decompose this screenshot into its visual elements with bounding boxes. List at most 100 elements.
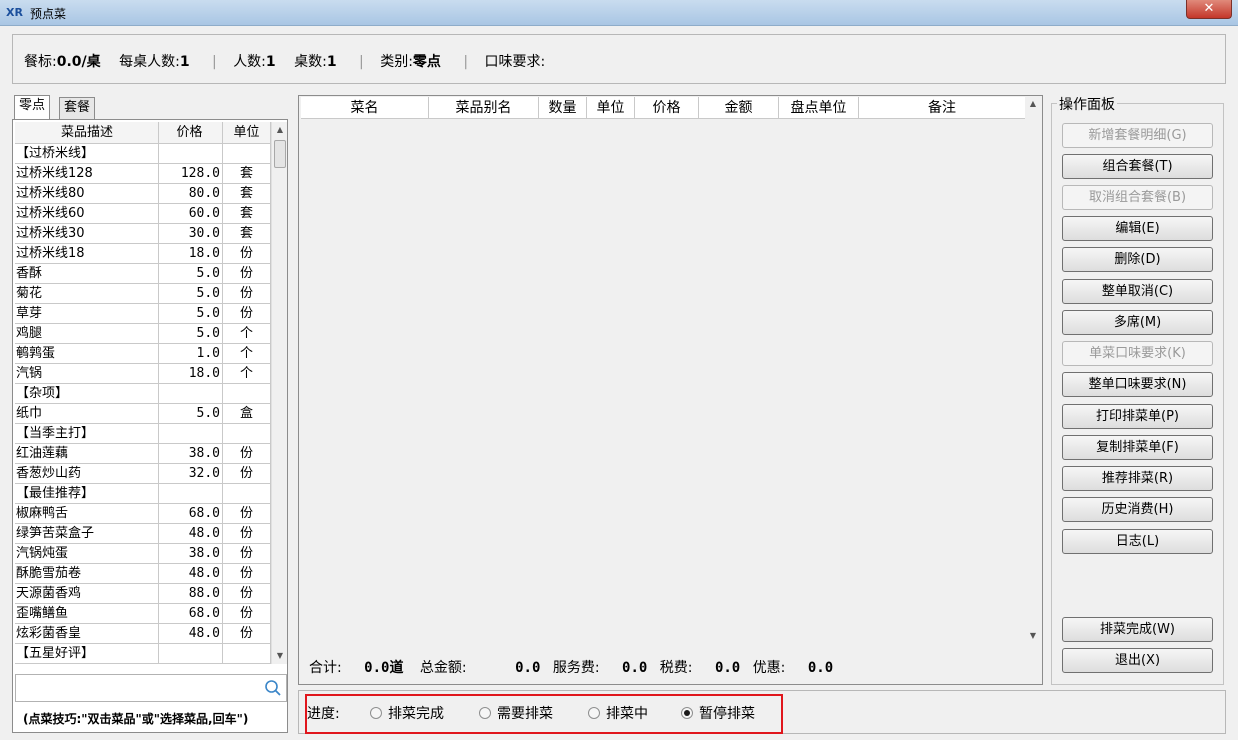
log-button[interactable]: 日志(L) xyxy=(1062,529,1213,554)
menu-item-name: 【五星好评】 xyxy=(15,644,159,664)
tax-label: 税费: xyxy=(659,660,693,676)
menu-row[interactable]: 过桥米线30 30.0 套 xyxy=(15,224,271,244)
close-button[interactable]: ✕ xyxy=(1186,0,1232,19)
menu-search-input[interactable] xyxy=(16,675,256,701)
scroll-down-icon[interactable]: ▼ xyxy=(1025,631,1041,640)
menu-item-name: 【最佳推荐】 xyxy=(15,484,159,504)
menu-item-price: 5.0 xyxy=(159,404,223,424)
history-button[interactable]: 历史消费(H) xyxy=(1062,497,1213,522)
menu-scrollbar[interactable]: ▲ ▼ xyxy=(271,122,287,664)
menu-row[interactable]: 香葱炒山药 32.0 份 xyxy=(15,464,271,484)
menu-item-unit: 份 xyxy=(223,524,271,544)
cancel-order-button[interactable]: 整单取消(C) xyxy=(1062,279,1213,304)
app-logo-icon: XR xyxy=(6,6,23,19)
menu-item-unit: 个 xyxy=(223,324,271,344)
column-header-price[interactable]: 价格 xyxy=(635,97,699,119)
radio-icon[interactable] xyxy=(479,707,491,719)
dish-taste-button[interactable]: 单菜口味要求(K) xyxy=(1062,341,1213,366)
recommend-arrange-button[interactable]: 推荐排菜(R) xyxy=(1062,466,1213,491)
menu-row[interactable]: 红油莲藕 38.0 份 xyxy=(15,444,271,464)
radio-arranging[interactable]: 排菜中 xyxy=(588,703,648,723)
title-bar[interactable]: XR 预点菜 ✕ xyxy=(0,0,1238,26)
scroll-up-icon[interactable]: ▲ xyxy=(1025,99,1041,108)
menu-panel: 零点 套餐 菜品描述 价格 单位 【过桥米线】 过桥米线128 128.0 套过桥米线… xyxy=(12,95,296,735)
menu-row[interactable]: 鸡腿 5.0 个 xyxy=(15,324,271,344)
menu-item-unit: 份 xyxy=(223,464,271,484)
menu-row[interactable]: 椒麻鸭舌 68.0 份 xyxy=(15,504,271,524)
column-header-description[interactable]: 菜品描述 xyxy=(15,122,159,144)
menu-item-price: 32.0 xyxy=(159,464,223,484)
cancel-combine-set-button[interactable]: 取消组合套餐(B) xyxy=(1062,185,1213,210)
menu-row[interactable]: 鹌鹑蛋 1.0 个 xyxy=(15,344,271,364)
column-header-dish-name[interactable]: 菜名 xyxy=(301,97,429,119)
menu-item-unit: 份 xyxy=(223,244,271,264)
menu-search-box xyxy=(15,674,287,702)
menu-row[interactable]: 【五星好评】 xyxy=(15,644,271,664)
menu-row[interactable]: 过桥米线18 18.0 份 xyxy=(15,244,271,264)
menu-row[interactable]: 歪嘴鳝鱼 68.0 份 xyxy=(15,604,271,624)
menu-item-price: 68.0 xyxy=(159,504,223,524)
menu-row[interactable]: 香酥 5.0 份 xyxy=(15,264,271,284)
operation-panel-title: 操作面板 xyxy=(1057,94,1117,114)
tab-a-la-carte[interactable]: 零点 xyxy=(14,95,51,119)
column-header-price[interactable]: 价格 xyxy=(159,122,223,144)
menu-row[interactable]: 【杂项】 xyxy=(15,384,271,404)
radio-icon[interactable] xyxy=(588,707,600,719)
menu-row[interactable]: 过桥米线80 80.0 套 xyxy=(15,184,271,204)
menu-item-unit xyxy=(223,424,271,444)
radio-needs-arranging[interactable]: 需要排菜 xyxy=(479,703,553,723)
menu-item-name: 【杂项】 xyxy=(15,384,159,404)
menu-row[interactable]: 草芽 5.0 份 xyxy=(15,304,271,324)
order-info-bar: 餐标:0.0/桌 每桌人数:1 | 人数:1 桌数:1 | 类别:零点 | 口味… xyxy=(12,34,1226,84)
add-set-detail-button[interactable]: 新增套餐明细(G) xyxy=(1062,123,1213,148)
menu-row[interactable]: 汽锅 18.0 个 xyxy=(15,364,271,384)
menu-item-name: 汽锅炖蛋 xyxy=(15,544,159,564)
column-header-unit[interactable]: 单位 xyxy=(223,122,271,144)
menu-row[interactable]: 天源菌香鸡 88.0 份 xyxy=(15,584,271,604)
menu-row[interactable]: 过桥米线60 60.0 套 xyxy=(15,204,271,224)
menu-row[interactable]: 绿笋苦菜盒子 48.0 份 xyxy=(15,524,271,544)
menu-item-price xyxy=(159,484,223,504)
tab-set-meal[interactable]: 套餐 xyxy=(59,97,96,119)
radio-icon[interactable] xyxy=(370,707,382,719)
scroll-thumb[interactable] xyxy=(274,140,286,168)
radio-paused[interactable]: 暂停排菜 xyxy=(681,703,755,723)
menu-row[interactable]: 过桥米线128 128.0 套 xyxy=(15,164,271,184)
window: XR 预点菜 ✕ 餐标:0.0/桌 每桌人数:1 | 人数:1 桌数:1 | 类… xyxy=(0,0,1238,740)
menu-item-name: 歪嘴鳝鱼 xyxy=(15,604,159,624)
radio-selected-icon[interactable] xyxy=(681,707,693,719)
menu-row[interactable]: 【当季主打】 xyxy=(15,424,271,444)
radio-arranging-done[interactable]: 排菜完成 xyxy=(370,703,444,723)
column-header-quantity[interactable]: 数量 xyxy=(539,97,587,119)
column-header-alias[interactable]: 菜品别名 xyxy=(429,97,539,119)
column-header-inventory-unit[interactable]: 盘点单位 xyxy=(779,97,859,119)
menu-row[interactable]: 【最佳推荐】 xyxy=(15,484,271,504)
menu-row[interactable]: 纸巾 5.0 盒 xyxy=(15,404,271,424)
exit-button[interactable]: 退出(X) xyxy=(1062,648,1213,673)
menu-item-unit: 套 xyxy=(223,184,271,204)
search-icon[interactable] xyxy=(264,679,282,697)
column-header-unit[interactable]: 单位 xyxy=(587,97,635,119)
print-arrange-button[interactable]: 打印排菜单(P) xyxy=(1062,404,1213,429)
menu-row[interactable]: 酥脆雪茄卷 48.0 份 xyxy=(15,564,271,584)
menu-row[interactable]: 炫彩菌香皇 48.0 份 xyxy=(15,624,271,644)
radio-label: 排菜中 xyxy=(606,706,648,722)
order-scrollbar[interactable]: ▲ ▼ xyxy=(1025,97,1041,645)
menu-item-name: 鹌鹑蛋 xyxy=(15,344,159,364)
menu-row[interactable]: 菊花 5.0 份 xyxy=(15,284,271,304)
multi-table-button[interactable]: 多席(M) xyxy=(1062,310,1213,335)
order-taste-button[interactable]: 整单口味要求(N) xyxy=(1062,372,1213,397)
column-header-remark[interactable]: 备注 xyxy=(859,97,1025,119)
menu-row[interactable]: 【过桥米线】 xyxy=(15,144,271,164)
edit-button[interactable]: 编辑(E) xyxy=(1062,216,1213,241)
copy-arrange-button[interactable]: 复制排菜单(F) xyxy=(1062,435,1213,460)
menu-row[interactable]: 汽锅炖蛋 38.0 份 xyxy=(15,544,271,564)
delete-button[interactable]: 删除(D) xyxy=(1062,247,1213,272)
finish-arranging-button[interactable]: 排菜完成(W) xyxy=(1062,617,1213,642)
menu-item-unit: 份 xyxy=(223,284,271,304)
column-header-amount[interactable]: 金额 xyxy=(699,97,779,119)
combine-set-button[interactable]: 组合套餐(T) xyxy=(1062,154,1213,179)
scroll-up-icon[interactable]: ▲ xyxy=(272,122,288,138)
order-list-body[interactable] xyxy=(301,120,1026,645)
scroll-down-icon[interactable]: ▼ xyxy=(272,648,288,664)
